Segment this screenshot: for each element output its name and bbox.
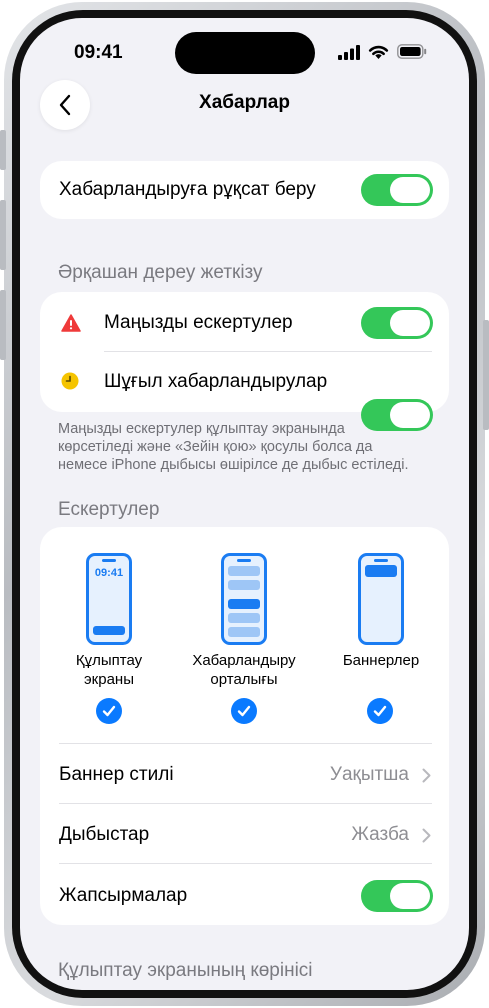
divider (59, 863, 432, 864)
preview-banner (365, 565, 397, 577)
checkmark-icon (237, 705, 251, 717)
footnote-line: Маңызды ескертулер құлыптау экранында (58, 421, 345, 437)
banner-style-value: Уақытша (329, 764, 409, 785)
divider (104, 351, 432, 352)
volume-up-button (0, 200, 6, 270)
lock-screen-option-label: Құлыптау экраны (49, 651, 169, 689)
preview-notification (228, 566, 260, 576)
preview-island (102, 559, 116, 562)
lock-screen-appearance-header: Құлыптау экранының көрінісі (58, 960, 313, 981)
checkmark-icon (373, 705, 387, 717)
alerts-header: Ескертулер (58, 499, 160, 520)
page-title: Хабарлар (199, 92, 290, 113)
label-line: Хабарландыру (192, 652, 296, 669)
banners-checkbox[interactable] (367, 698, 393, 724)
preview-island (374, 559, 388, 562)
warning-triangle-icon (61, 314, 81, 332)
screen: 09:41 Хабарлар Хабарландыруға рұқсат бер… (20, 18, 469, 990)
wifi-icon (368, 45, 389, 59)
allow-notifications-toggle[interactable] (361, 174, 433, 206)
signal-icon (338, 45, 360, 60)
footnote-line: көрсетіледі және «Зейін қою» қосулы болс… (58, 439, 373, 455)
chevron-right-icon (422, 768, 431, 783)
banner-style-row[interactable]: Баннер стилі Уақытша (40, 744, 449, 803)
badges-label: Жапсырмалар (59, 885, 188, 906)
label-line: Баннерлер (342, 652, 420, 669)
allow-notifications-label: Хабарландыруға рұқсат беру (59, 179, 316, 200)
dynamic-island (175, 32, 315, 74)
preview-notification (228, 599, 260, 609)
always-deliver-header: Әрқашан дереу жеткізу (58, 262, 263, 283)
clock-badge-icon (61, 372, 79, 390)
notification-center-checkbox[interactable] (231, 698, 257, 724)
always-deliver-footnote: Маңызды ескертулер құлыптау экранында кө… (58, 420, 448, 474)
label-line: Құлыптау (75, 652, 143, 669)
critical-alerts-toggle[interactable] (361, 307, 433, 339)
lock-screen-checkbox[interactable] (96, 698, 122, 724)
preview-island (237, 559, 251, 562)
label-line: орталығы (210, 671, 278, 688)
sounds-label: Дыбыстар (59, 824, 150, 845)
label-line: экраны (84, 671, 134, 688)
footnote-line: немесе iPhone дыбысы өшірілсе де дыбыс е… (58, 457, 409, 473)
preview-notification (228, 627, 260, 637)
preview-notification (228, 580, 260, 590)
checkmark-icon (102, 705, 116, 717)
lock-screen-preview-time: 09:41 (94, 567, 124, 579)
badges-toggle[interactable] (361, 880, 433, 912)
volume-down-button (0, 290, 6, 360)
critical-alerts-label: Маңызды ескертулер (104, 312, 293, 333)
alerts-card: 09:41 Құлыптау экраны Хабарландыру ортал… (40, 527, 449, 925)
allow-notifications-card: Хабарландыруға рұқсат беру (40, 161, 449, 219)
sounds-row[interactable]: Дыбыстар Жазба (40, 804, 449, 863)
time-sensitive-label: Шұғыл хабарландырулар (104, 371, 328, 392)
action-button (0, 130, 6, 170)
sounds-value: Жазба (351, 824, 409, 845)
banners-preview-icon[interactable] (358, 553, 404, 645)
status-time: 09:41 (74, 42, 123, 63)
power-button (483, 320, 489, 430)
banners-option-label: Баннерлер (321, 651, 441, 670)
preview-notification (93, 626, 125, 635)
notification-center-option-label: Хабарландыру орталығы (179, 651, 309, 689)
notification-center-preview-icon[interactable] (221, 553, 267, 645)
preview-notification (228, 613, 260, 623)
banner-style-label: Баннер стилі (59, 764, 174, 785)
always-deliver-card: Маңызды ескертулер Шұғыл хабарландырулар (40, 292, 449, 431)
chevron-right-icon (422, 828, 431, 843)
battery-icon (397, 44, 427, 59)
lock-screen-preview-icon[interactable]: 09:41 (86, 553, 132, 645)
